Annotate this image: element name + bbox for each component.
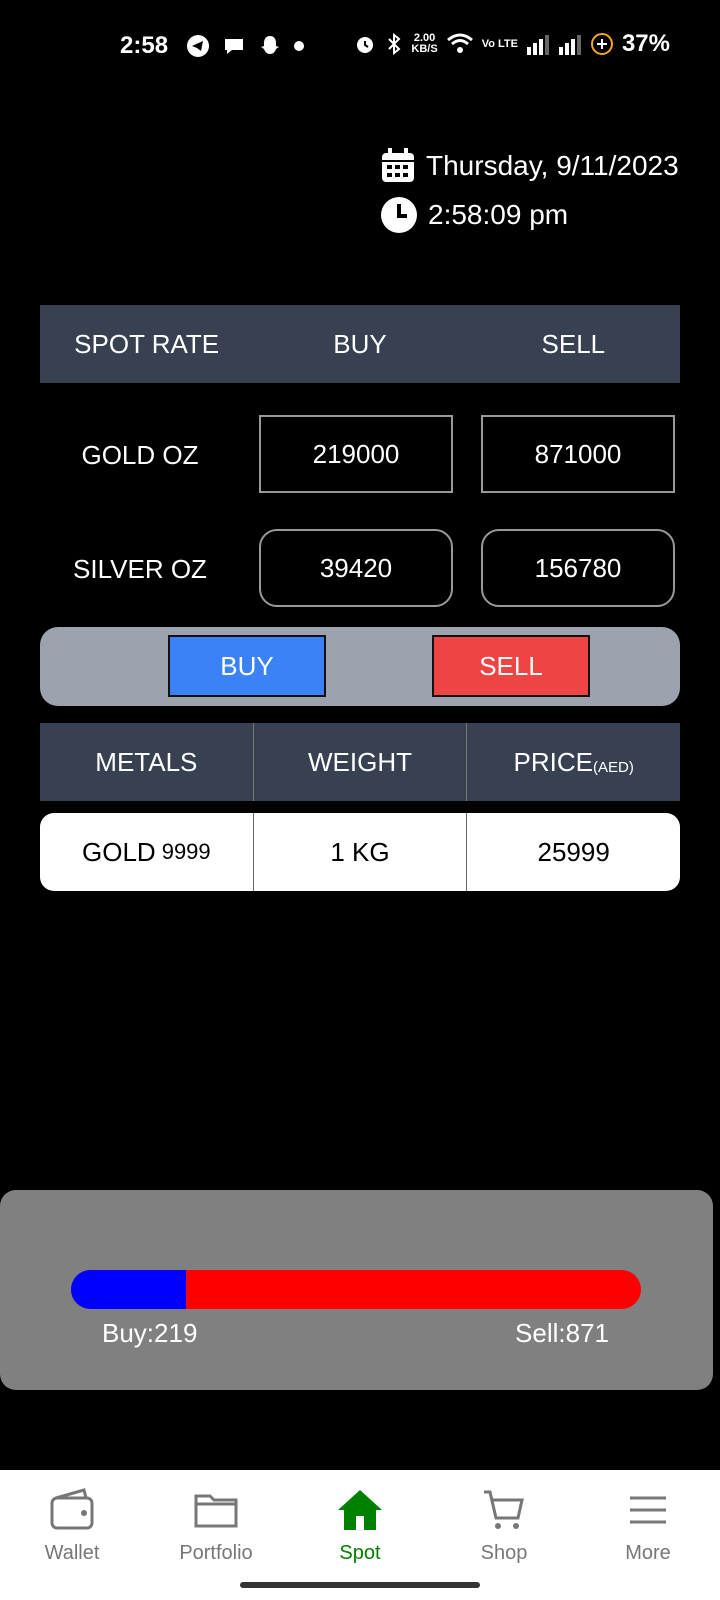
notification-icons (186, 34, 304, 58)
ratio-bar (71, 1270, 641, 1309)
silver-buy-rate: 39420 (259, 529, 453, 607)
nav-shop[interactable]: Shop (432, 1470, 576, 1600)
nav-wallet-label: Wallet (44, 1542, 100, 1564)
header-spot-rate: SPOT RATE (74, 328, 220, 359)
nav-portfolio[interactable]: Portfolio (144, 1470, 288, 1600)
battery-saver-icon (590, 33, 613, 55)
wifi-icon (446, 33, 473, 53)
header-price: PRICE (AED) (513, 746, 634, 777)
more-notifications-dot (294, 41, 304, 51)
home-indicator (240, 1582, 480, 1588)
price-cell: 25999 (537, 836, 610, 867)
buy-sell-ratio-panel: Buy:219 Sell:871 (0, 1190, 713, 1390)
snapchat-icon (261, 36, 279, 54)
gold-label: GOLD OZ (81, 440, 199, 470)
trade-action-bar: BUY SELL (40, 627, 680, 706)
network-speed: 2.00 KB/S (411, 32, 438, 55)
volte-label: Vo LTE (481, 37, 518, 50)
current-time: 2:58:09 pm (428, 199, 569, 230)
wallet-icon (50, 1488, 94, 1530)
spot-rate-header: SPOT RATE BUY SELL (40, 305, 680, 383)
gold-rate-row: GOLD OZ 219000 871000 (40, 415, 680, 495)
status-time: 2:58 (120, 32, 169, 59)
nav-more[interactable]: More (576, 1470, 720, 1600)
current-date: Thursday, 9/11/2023 (426, 150, 679, 181)
gold-buy-rate: 219000 (259, 415, 453, 493)
weight-cell: 1 KG (254, 813, 468, 891)
clock-icon (381, 197, 417, 233)
bluetooth-icon (388, 32, 401, 56)
header-sell: SELL (541, 328, 606, 359)
folder-icon (194, 1494, 238, 1528)
header-metals: METALS (40, 723, 254, 801)
header-weight: WEIGHT (254, 723, 468, 801)
home-icon (338, 1490, 382, 1530)
datetime-block: Thursday, 9/11/2023 2:58:09 pm (380, 148, 679, 246)
status-right: 2.00 KB/S Vo LTE 37% (353, 30, 670, 58)
ratio-buy-label: Buy:219 (102, 1318, 198, 1348)
silver-label: SILVER OZ (73, 554, 207, 584)
bottom-navigation: Wallet Portfolio Spot Shop More (0, 1470, 720, 1600)
silver-sell-rate: 156780 (481, 529, 675, 607)
ratio-buy-segment (71, 1270, 186, 1309)
metal-purity: 9999 (161, 839, 211, 864)
nav-shop-label: Shop (480, 1542, 528, 1564)
table-row: GOLD 9999 1 KG 25999 (40, 813, 680, 891)
telegram-icon (187, 35, 209, 57)
signal-icon-2 (558, 35, 581, 55)
date-row: Thursday, 9/11/2023 (380, 148, 679, 184)
chat-icon (225, 39, 243, 54)
calendar-icon (382, 148, 414, 182)
ratio-sell-label: Sell:871 (515, 1318, 609, 1348)
metal-name-cell: GOLD 9999 (40, 813, 254, 891)
header-buy: BUY (333, 328, 387, 359)
nav-more-label: More (625, 1542, 671, 1564)
nav-wallet[interactable]: Wallet (0, 1470, 144, 1600)
nav-portfolio-label: Portfolio (179, 1542, 253, 1564)
price-unit: (AED) (592, 758, 634, 776)
signal-icon (526, 35, 549, 55)
status-bar: 2:58 2.00 KB/S Vo LTE 37% (0, 0, 720, 92)
time-row: 2:58:09 pm (380, 196, 679, 234)
metals-table-header: METALS WEIGHT PRICE (AED) (40, 723, 680, 801)
alarm-icon (357, 37, 374, 53)
menu-icon (630, 1496, 666, 1524)
buy-button[interactable]: BUY (168, 635, 326, 697)
battery-percent: 37% (621, 30, 670, 57)
cart-icon (484, 1490, 524, 1529)
silver-rate-row: SILVER OZ 39420 156780 (40, 529, 680, 609)
gold-sell-rate: 871000 (481, 415, 675, 493)
nav-spot-label: Spot (339, 1542, 381, 1564)
nav-spot[interactable]: Spot (288, 1470, 432, 1600)
sell-button[interactable]: SELL (432, 635, 590, 697)
